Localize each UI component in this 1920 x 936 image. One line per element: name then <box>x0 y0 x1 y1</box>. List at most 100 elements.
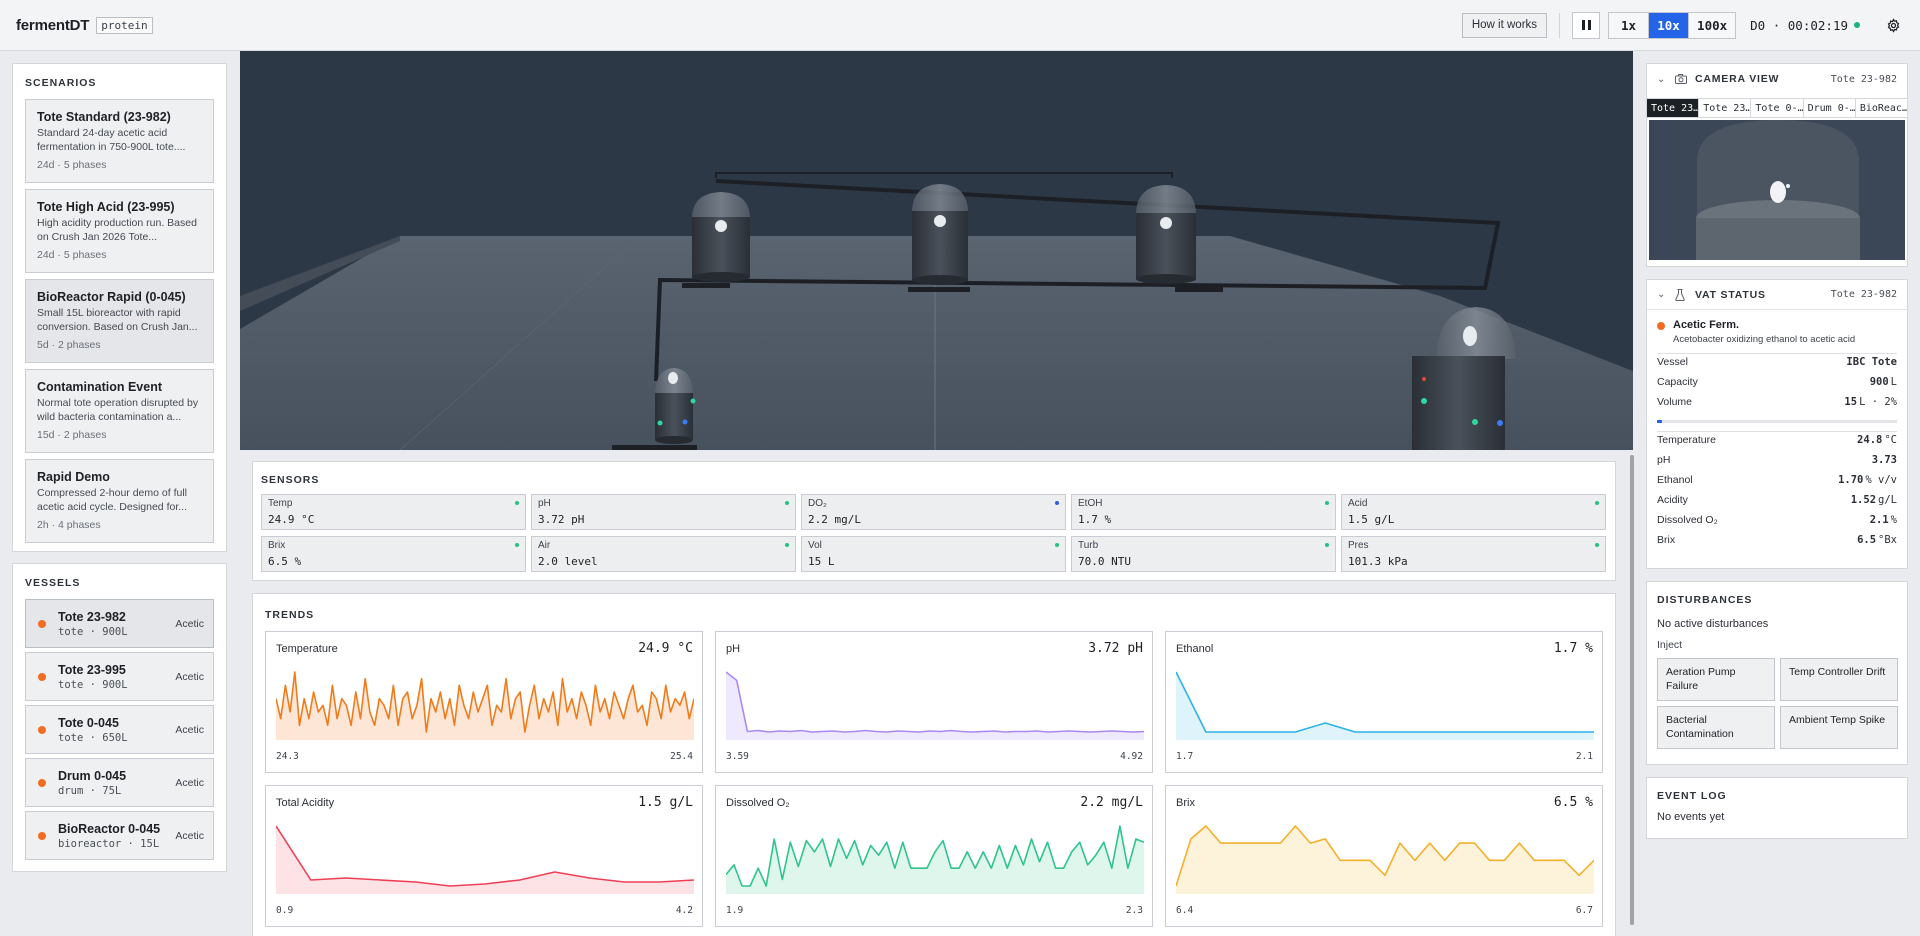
vessel-info: Tote 23-982 tote · 900L <box>58 610 175 638</box>
camera-tab[interactable]: Drum 0-… <box>1804 99 1856 117</box>
speed-1x-button[interactable]: 1x <box>1609 12 1650 38</box>
settings-button[interactable] <box>1882 14 1904 36</box>
scenario-meta: 24d · 5 phases <box>37 159 107 171</box>
inject-disturbance-button[interactable]: Aeration Pump Failure <box>1657 658 1775 701</box>
vessel-sub: tote · 650L <box>58 731 128 744</box>
scenario-meta: 2h · 4 phases <box>37 519 101 531</box>
trend-area <box>726 672 1144 740</box>
vessel-item[interactable]: Tote 0-045 tote · 650L Acetic <box>25 705 214 754</box>
sensor-label: EtOH <box>1078 498 1103 509</box>
sensor-label: Pres <box>1348 540 1369 551</box>
vat-state: Acetic Ferm. Acetobacter oxidizing ethan… <box>1657 310 1897 345</box>
vat-row-unit: % v/v <box>1865 474 1897 486</box>
camera-tab[interactable]: BioReac… <box>1856 99 1907 117</box>
scenario-desc: Standard 24-day acetic acid fermentation… <box>37 127 186 153</box>
scenario-card[interactable]: Contamination Event Normal tote operation… <box>25 369 214 453</box>
scenario-list: Tote Standard (23-982) Standard 24-day ac… <box>25 99 214 543</box>
trend-name: Total Acidity <box>276 797 335 809</box>
vessel-item[interactable]: Drum 0-045 drum · 75L Acetic <box>25 758 214 807</box>
chevron-down-icon[interactable]: ⌄ <box>1657 289 1669 300</box>
trend-value: 1.5 g/L <box>638 795 693 810</box>
sensor-status-dot <box>515 501 519 505</box>
camera-title: CAMERA VIEW <box>1695 73 1780 85</box>
event-log-panel: EVENT LOG No events yet <box>1646 777 1908 839</box>
trend-sparkline <box>1176 671 1594 740</box>
vessel-info: BioReactor 0-045 bioreactor · 15L <box>58 822 175 850</box>
trend-sparkline <box>276 671 694 740</box>
camera-header[interactable]: ⌄ CAMERA VIEW Tote 23-982 <box>1647 64 1907 94</box>
camera-subtitle: Tote 23-982 <box>1830 73 1897 85</box>
scenario-card[interactable]: Rapid Demo Compressed 2-hour demo of full… <box>25 459 214 543</box>
sensor-value: 24.9 °C <box>268 513 315 526</box>
vat-row-unit: °C <box>1884 434 1897 446</box>
no-disturbances-text: No active disturbances <box>1657 618 1769 630</box>
vat-status-panel: ⌄ VAT STATUS Tote 23-982 Acetic Ferm. Ac… <box>1646 279 1908 569</box>
how-it-works-button[interactable]: How it works <box>1461 12 1548 38</box>
camera-tab[interactable]: Tote 0-… <box>1751 99 1804 117</box>
inject-disturbance-button[interactable]: Bacterial Contamination <box>1657 706 1775 749</box>
vat-row: Brix 6.5 °Bx <box>1657 534 1897 554</box>
vessel-status-dot <box>38 619 46 628</box>
trend-sparkline <box>726 825 1144 894</box>
app-title: fermentDT <box>16 16 90 34</box>
vessel-item[interactable]: BioReactor 0-045 bioreactor · 15L Acetic <box>25 811 214 860</box>
vessel-item[interactable]: Tote 23-995 tote · 900L Acetic <box>25 652 214 701</box>
trend-name: Dissolved O₂ <box>726 797 790 809</box>
inject-disturbance-button[interactable]: Ambient Temp Spike <box>1780 706 1898 749</box>
main-scrollbar[interactable] <box>1630 455 1634 925</box>
sensor-tile: EtOH 1.7 % <box>1071 494 1336 530</box>
3d-scene-viewport[interactable] <box>240 51 1633 450</box>
speed-100x-button[interactable]: 100x <box>1689 12 1736 38</box>
vat-row-value: 15 L · 2% <box>1844 396 1897 408</box>
trend-grid: Temperature 24.9 °C 24.3 25.4 pH 3.72 pH 3.59 4… <box>265 631 1603 927</box>
trends-title: TRENDS <box>265 609 315 621</box>
vat-row-number: 1.52 <box>1850 494 1877 506</box>
vat-row-number: 3.73 <box>1871 454 1897 466</box>
vessel-status-dot <box>38 725 46 734</box>
clock-text: D0 · 00:02:19 <box>1750 17 1848 33</box>
speed-10x-button[interactable]: 10x <box>1649 12 1690 38</box>
trend-card: Total Acidity 1.5 g/L 0.9 4.2 <box>265 785 703 927</box>
vessel-info: Drum 0-045 drum · 75L <box>58 769 175 797</box>
vat-row-label: Volume <box>1657 396 1693 408</box>
trend-min: 3.59 <box>726 751 749 762</box>
vessel-sub: drum · 75L <box>58 784 122 797</box>
trend-value: 3.72 pH <box>1088 641 1143 656</box>
sensor-tile: pH 3.72 pH <box>531 494 796 530</box>
trend-min: 0.9 <box>276 905 294 916</box>
scenario-card[interactable]: Tote High Acid (23-995) High acidity prod… <box>25 189 214 273</box>
trend-name: Brix <box>1176 797 1195 809</box>
sensor-value: 101.3 kPa <box>1348 555 1408 568</box>
inject-disturbance-button[interactable]: Temp Controller Drift <box>1780 658 1898 701</box>
vessel-status-dot <box>38 831 46 840</box>
vat-title: VAT STATUS <box>1695 288 1766 301</box>
trend-value: 6.5 % <box>1553 795 1593 810</box>
vat-row-unit: °Bx <box>1878 534 1897 546</box>
vessel-item[interactable]: Tote 23-982 tote · 900L Acetic <box>25 599 214 648</box>
vat-row: Volume 15 L · 2% <box>1657 396 1897 416</box>
scenario-title: Rapid Demo <box>37 470 110 484</box>
camera-tab[interactable]: Tote 23… <box>1647 99 1700 117</box>
scenarios-title: SCENARIOS <box>25 77 97 89</box>
volume-bar-fill <box>1657 420 1662 423</box>
sensor-label: pH <box>538 498 551 509</box>
trend-sparkline <box>726 671 1144 740</box>
volume-bar <box>1657 420 1897 423</box>
scenario-card[interactable]: Tote Standard (23-982) Standard 24-day ac… <box>25 99 214 183</box>
pause-button[interactable] <box>1572 11 1601 39</box>
sensor-tile: Turb 70.0 NTU <box>1071 536 1336 572</box>
scenario-card[interactable]: BioReactor Rapid (0-045) Small 15L biorea… <box>25 279 214 363</box>
speed-selector: 1x 10x 100x <box>1608 11 1737 39</box>
left-sidebar: SCENARIOS Tote Standard (23-982) Standard… <box>12 63 227 872</box>
chevron-down-icon[interactable]: ⌄ <box>1657 74 1669 85</box>
vessels-title: VESSELS <box>25 577 81 589</box>
vat-row-number: 6.5 <box>1857 534 1877 546</box>
trend-max: 25.4 <box>670 751 693 762</box>
vessel-name: Tote 23-982 <box>58 609 126 624</box>
vat-row-label: pH <box>1657 454 1671 466</box>
vat-header[interactable]: ⌄ VAT STATUS Tote 23-982 <box>1647 280 1907 310</box>
vessel-list: Tote 23-982 tote · 900L Acetic Tote 23-995 t… <box>25 599 214 860</box>
camera-tab[interactable]: Tote 23… <box>1699 99 1752 117</box>
disturbances-title: DISTURBANCES <box>1657 594 1753 606</box>
vessel-status-dot <box>38 778 46 787</box>
